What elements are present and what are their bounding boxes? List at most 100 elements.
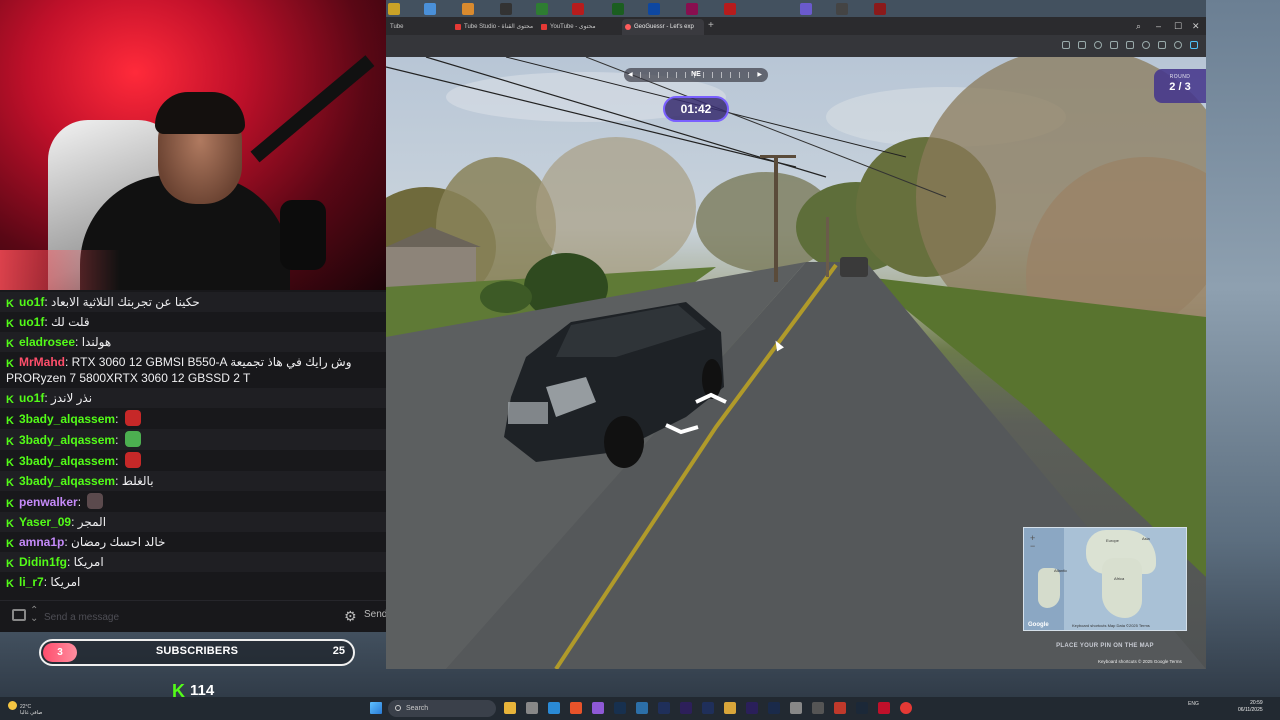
chat-username[interactable]: 3bady_alqassem xyxy=(19,474,115,488)
system-tray[interactable]: ENG xyxy=(1188,701,1199,707)
extension-icon[interactable] xyxy=(1062,41,1070,49)
chat-username[interactable]: Yaser_09 xyxy=(19,515,71,529)
app-icon[interactable] xyxy=(900,702,912,714)
compass[interactable]: ◀ NE ▶ xyxy=(624,68,768,82)
gear-icon[interactable]: ⚙ xyxy=(344,609,357,623)
extension-icon[interactable] xyxy=(1078,41,1086,49)
profile-icon[interactable] xyxy=(1174,41,1182,49)
chat-input-bar: ⌃⌄ ⚙ Send xyxy=(0,600,400,632)
chevron-left-icon[interactable]: ◀ xyxy=(628,68,633,82)
app-icon[interactable] xyxy=(812,702,824,714)
app-icon[interactable] xyxy=(836,3,848,15)
emote-icon xyxy=(124,452,141,468)
emote-icon xyxy=(124,431,141,447)
chevron-updown-icon[interactable]: ⌃ ⌄ xyxy=(30,606,38,624)
visual-studio-icon[interactable] xyxy=(592,702,604,714)
guess-minimap[interactable]: + − Africa Europe Asia Atlantic Google Ke… xyxy=(1023,527,1187,631)
chat-message: K Didin1fg: امريكا xyxy=(0,552,394,572)
vscode-icon[interactable] xyxy=(548,702,560,714)
chat-username[interactable]: Didin1fg xyxy=(19,555,67,569)
app-icon[interactable] xyxy=(790,702,802,714)
menu-icon[interactable] xyxy=(1158,41,1166,49)
chat-username[interactable]: amna1p xyxy=(19,535,64,549)
app-icon[interactable] xyxy=(800,3,812,15)
heart-icon[interactable] xyxy=(1142,41,1150,49)
weather-widget[interactable]: 22°C صافي غالبا xyxy=(8,701,42,716)
new-tab-icon[interactable]: + xyxy=(708,19,714,33)
app-icon[interactable] xyxy=(500,3,512,15)
app-icon[interactable] xyxy=(724,3,736,15)
chat-username[interactable]: li_r7 xyxy=(19,575,44,589)
emote-picker-icon[interactable] xyxy=(12,609,26,621)
emote-icon xyxy=(124,410,141,426)
app-icon[interactable] xyxy=(724,702,736,714)
premiere-icon[interactable] xyxy=(746,702,758,714)
app-icon[interactable] xyxy=(536,3,548,15)
chat-message-list[interactable]: Kuo1f: حكينا عن تجربتك الثلاثية الابعاد K… xyxy=(0,292,394,590)
street-view-panorama[interactable]: ◀ NE ▶ 01:42 ROUND 2 / 3 + − Africa Europ… xyxy=(386,57,1206,669)
app-icon[interactable] xyxy=(612,3,624,15)
app-icon[interactable] xyxy=(874,3,886,15)
close-icon[interactable]: ✕ xyxy=(1192,19,1200,33)
chat-message-input[interactable] xyxy=(44,607,334,627)
taskbar-search-label: Search xyxy=(406,705,429,712)
minimize-icon[interactable]: – xyxy=(1156,19,1161,33)
chat-username[interactable]: 3bady_alqassem xyxy=(19,454,115,468)
tab-label: GeoGuessr - Let's exp xyxy=(634,24,694,30)
brave-icon[interactable] xyxy=(570,702,582,714)
tab-youtube-1[interactable]: Tube xyxy=(388,19,448,35)
search-icon[interactable]: ⌕ xyxy=(1136,19,1141,33)
send-button[interactable]: Send xyxy=(364,609,387,620)
language-indicator[interactable]: ENG xyxy=(1188,701,1199,707)
opera-gx-icon[interactable] xyxy=(878,702,890,714)
steam-icon[interactable] xyxy=(856,702,868,714)
chat-username[interactable]: 3bady_alqassem xyxy=(19,412,115,426)
clock[interactable]: 20:59 06/11/2025 xyxy=(1238,700,1263,714)
photoshop-icon[interactable] xyxy=(614,702,626,714)
chat-username[interactable]: uo1f xyxy=(19,315,44,329)
app-icon[interactable] xyxy=(572,3,584,15)
chat-username[interactable]: penwalker xyxy=(19,495,78,509)
settings-icon[interactable] xyxy=(1190,41,1198,49)
compass-heading: NE xyxy=(691,71,701,78)
app-icon[interactable] xyxy=(388,3,400,15)
app-icon[interactable] xyxy=(686,3,698,15)
chat-username[interactable]: MrMahd xyxy=(19,355,65,369)
chat-username[interactable]: uo1f xyxy=(19,391,44,405)
chat-username[interactable]: uo1f xyxy=(19,295,44,309)
tab-youtube-2[interactable]: YouTube - محتوى xyxy=(538,19,620,35)
audition-icon[interactable] xyxy=(768,702,780,714)
zoom-controls[interactable]: + − xyxy=(1030,534,1035,551)
app-icon[interactable] xyxy=(636,702,648,714)
chat-text: قلت لك xyxy=(51,315,90,329)
clock-date: 06/11/2025 xyxy=(1238,707,1263,713)
chat-username[interactable]: eladrosee xyxy=(19,335,75,349)
extension-icon[interactable] xyxy=(1110,41,1118,49)
file-explorer-icon[interactable] xyxy=(504,702,516,714)
place-pin-button[interactable]: PLACE YOUR PIN ON THE MAP xyxy=(1023,643,1187,649)
subscriber-goal-bar: 3 SUBSCRIBERS 25 xyxy=(39,639,355,666)
maximize-icon[interactable]: ☐ xyxy=(1174,19,1182,33)
browser-window: Tube Tube Studio - محتوى القناة YouTube … xyxy=(386,17,1206,669)
app-icon[interactable] xyxy=(462,3,474,15)
search-icon xyxy=(395,705,401,711)
clock-time: 20:59 xyxy=(1250,700,1263,706)
tab-geoguessr[interactable]: GeoGuessr - Let's exp xyxy=(622,19,704,35)
tab-youtube-studio[interactable]: Tube Studio - محتوى القناة xyxy=(452,19,534,35)
play-icon[interactable] xyxy=(1126,41,1134,49)
audition-icon[interactable] xyxy=(658,702,670,714)
app-icon[interactable] xyxy=(526,702,538,714)
windows-start-icon[interactable] xyxy=(370,702,382,714)
chat-message: Keladrosee: هولندا xyxy=(0,332,394,352)
chat-username[interactable]: 3bady_alqassem xyxy=(19,433,115,447)
app-icon[interactable] xyxy=(648,3,660,15)
round-value: 2 / 3 xyxy=(1169,81,1191,93)
taskbar-search[interactable]: Search xyxy=(388,700,496,717)
app-icon[interactable] xyxy=(424,3,436,15)
chevron-right-icon[interactable]: ▶ xyxy=(757,68,762,82)
kick-badge-icon: K xyxy=(6,498,14,510)
after-effects-icon[interactable] xyxy=(680,702,692,714)
media-encoder-icon[interactable] xyxy=(702,702,714,714)
app-icon[interactable] xyxy=(834,702,846,714)
extension-icon[interactable] xyxy=(1094,41,1102,49)
